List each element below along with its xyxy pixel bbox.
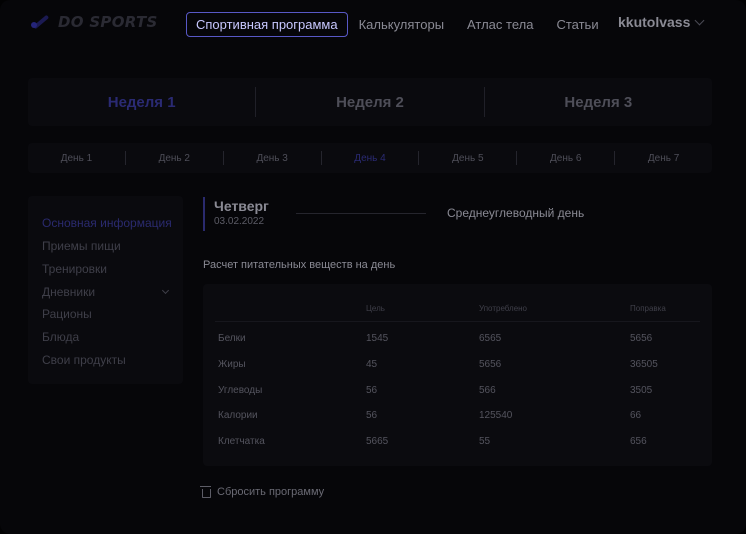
tab-day-6[interactable]: День 6 — [517, 153, 614, 164]
brand-name: DO SPORTS — [58, 13, 158, 31]
row-label: Белки — [218, 333, 246, 344]
column-header: Употреблено — [479, 304, 528, 313]
goal-value: 5665 — [366, 436, 389, 447]
tab-day-2[interactable]: День 2 — [126, 153, 223, 164]
correction-value: 3505 — [630, 385, 653, 396]
correction-value: 656 — [630, 436, 647, 447]
tab-day-4[interactable]: День 4 — [322, 153, 419, 164]
day-name: Четверг — [214, 198, 269, 214]
sidebar-item-rations[interactable]: Рационы — [42, 307, 172, 321]
brand-logo[interactable]: DO SPORTS — [30, 12, 158, 32]
consumed-value: 6565 — [479, 333, 502, 344]
sidebar-item-label: Основная информация — [42, 216, 172, 230]
tab-day-3[interactable]: День 3 — [224, 153, 321, 164]
week-tabs: Неделя 1 Неделя 2 Неделя 3 — [28, 78, 712, 126]
main-nav: Спортивная программа Калькуляторы Атлас … — [186, 12, 622, 37]
correction-value: 5656 — [630, 333, 653, 344]
user-menu[interactable]: kkutolvass — [618, 14, 705, 30]
username: kkutolvass — [618, 14, 691, 30]
tab-week-2[interactable]: Неделя 2 — [256, 94, 483, 111]
tab-week-1[interactable]: Неделя 1 — [28, 94, 255, 111]
tab-week-3[interactable]: Неделя 3 — [485, 94, 712, 111]
nav-sport-program[interactable]: Спортивная программа — [186, 12, 348, 37]
logo-icon — [30, 12, 50, 32]
divider — [215, 321, 700, 322]
correction-value: 66 — [630, 410, 642, 421]
sidebar-item-own-products[interactable]: Свои продукты — [42, 353, 172, 367]
row-label: Жиры — [218, 359, 246, 370]
section-title: Расчет питательных веществ на день — [203, 259, 396, 271]
goal-value: 56 — [366, 385, 378, 396]
sidebar-item-label: Свои продукты — [42, 353, 126, 367]
row-label: Углеводы — [218, 385, 263, 396]
sidebar-item-diaries[interactable]: Дневники — [42, 285, 172, 299]
nutrition-table: Цель Употреблено Поправка Белки 1545 656… — [203, 284, 712, 466]
sidebar-item-dishes[interactable]: Блюда — [42, 330, 172, 344]
row-label: Клетчатка — [218, 436, 265, 447]
divider — [296, 213, 426, 214]
sidebar-item-label: Блюда — [42, 330, 80, 344]
tab-day-5[interactable]: День 5 — [419, 153, 516, 164]
goal-value: 1545 — [366, 333, 389, 344]
tab-day-7[interactable]: День 7 — [615, 153, 712, 164]
nav-body-atlas[interactable]: Атлас тела — [467, 17, 533, 32]
app-window: DO SPORTS Спортивная программа Калькулят… — [0, 0, 746, 534]
sidebar: Основная информация Приемы пищи Трениров… — [28, 196, 183, 384]
sidebar-item-label: Приемы пищи — [42, 239, 121, 253]
nav-articles[interactable]: Статьи — [556, 17, 598, 32]
tab-day-1[interactable]: День 1 — [28, 153, 125, 164]
column-header: Поправка — [630, 304, 666, 313]
consumed-value: 55 — [479, 436, 491, 447]
reset-program-button[interactable]: Сбросить программу — [200, 485, 325, 498]
sidebar-item-main-info[interactable]: Основная информация — [42, 216, 172, 230]
consumed-value: 5656 — [479, 359, 502, 370]
trash-icon — [200, 485, 211, 498]
nav-calculators[interactable]: Калькуляторы — [359, 17, 444, 32]
correction-value: 36505 — [630, 359, 658, 370]
day-tabs: День 1 День 2 День 3 День 4 День 5 День … — [28, 143, 712, 173]
chevron-down-icon — [161, 286, 170, 295]
sidebar-item-label: Тренировки — [42, 262, 108, 276]
day-date: 03.02.2022 — [214, 216, 265, 227]
sidebar-item-label: Дневники — [42, 285, 96, 299]
chevron-down-icon — [694, 15, 705, 25]
reset-program-label: Сбросить программу — [217, 486, 325, 498]
sidebar-item-label: Рационы — [42, 307, 92, 321]
goal-value: 45 — [366, 359, 378, 370]
sidebar-item-meals[interactable]: Приемы пищи — [42, 239, 172, 253]
day-type: Среднеуглеводный день — [447, 206, 585, 220]
goal-value: 56 — [366, 410, 378, 421]
row-label: Калории — [218, 410, 258, 421]
column-header: Цель — [366, 304, 385, 313]
day-header: Четверг 03.02.2022 — [203, 197, 269, 231]
sidebar-item-workouts[interactable]: Тренировки — [42, 262, 172, 276]
consumed-value: 566 — [479, 385, 496, 396]
consumed-value: 125540 — [479, 410, 513, 421]
